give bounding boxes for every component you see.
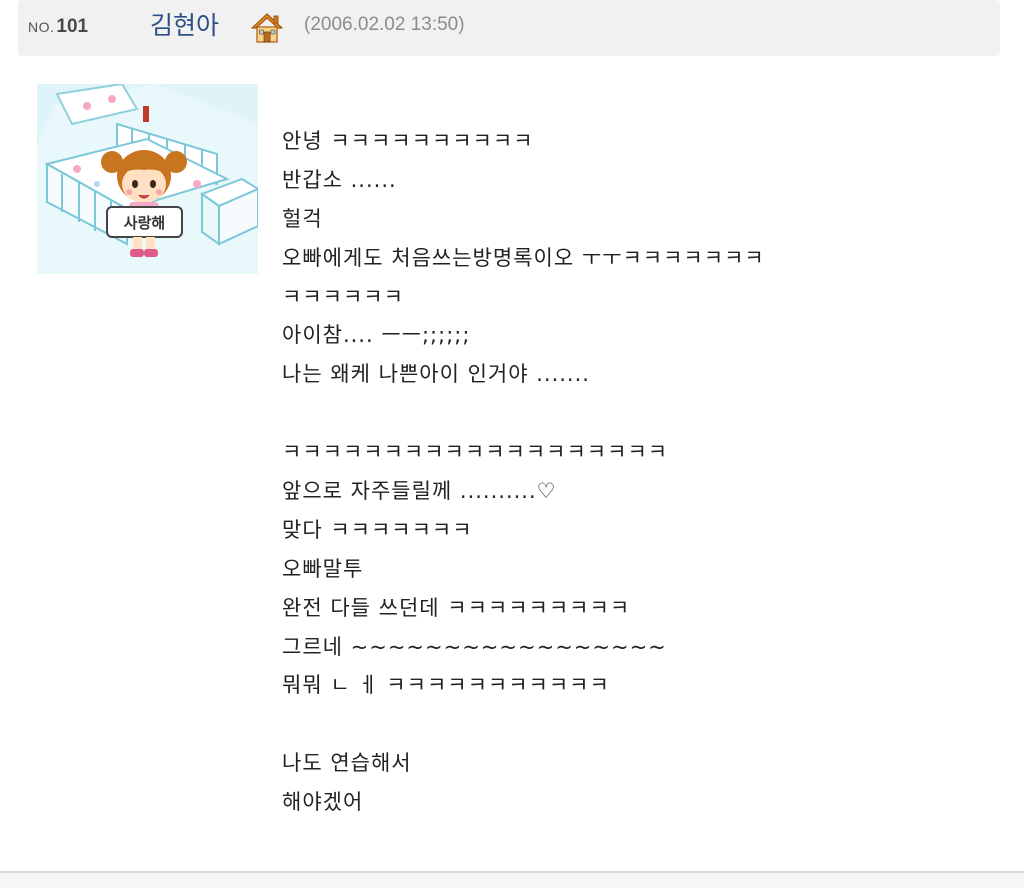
message-line: 헐걱 (282, 206, 323, 231)
message-line: 맞다 ㅋㅋㅋㅋㅋㅋㅋ (282, 517, 473, 542)
message-line (282, 705, 982, 744)
message-line: 오빠에게도 처음쓰는방명록이오 ㅜㅜㅋㅋㅋㅋㅋㅋㅋ (282, 245, 765, 270)
message-line: 앞으로 자주들릴께 ..........♡ (282, 479, 557, 504)
message-line: 나도 연습해서 (282, 751, 412, 776)
message-line: ㅋㅋㅋㅋㅋㅋㅋㅋㅋㅋㅋㅋㅋㅋㅋㅋㅋㅋㅋ (282, 440, 669, 465)
post-number-value: 101 (56, 16, 89, 37)
post-number: NO. 101 (28, 14, 88, 40)
minimi-avatar-image: 사랑해 (37, 84, 258, 274)
post-number-prefix: NO. (28, 19, 55, 35)
post-date: (2006.02.02 13:50) (304, 14, 465, 35)
message-line: 뭐뭐 ㄴ ㅔ ㅋㅋㅋㅋㅋㅋㅋㅋㅋㅋㅋ (282, 673, 610, 698)
avatar-sign-text: 사랑해 (124, 214, 165, 232)
message-line: 안녕 ㅋㅋㅋㅋㅋㅋㅋㅋㅋㅋ (282, 129, 534, 153)
entry-divider (0, 871, 1024, 888)
guestbook-entry: NO. 101 김현아 (2006.02.02 13:50) 사랑해 안녕 ㅋㅋ… (0, 0, 1024, 888)
message-line: 해야겠어 (282, 790, 364, 815)
message-line: ㅋㅋㅋㅋㅋㅋ (282, 284, 404, 309)
author-name[interactable]: 김현아 (150, 8, 219, 44)
guestbook-message: 안녕 ㅋㅋㅋㅋㅋㅋㅋㅋㅋㅋ 반갑소 ...... 헐걱오빠에게도 처음쓰는방명록이오… (282, 122, 982, 844)
message-line: 나는 왜케 나쁜아이 인거야 ....... (282, 362, 590, 387)
message-line: 반갑소 ...... (282, 167, 397, 192)
message-line: 그르네 ~~~~~~~~~~~~~~~~~ (282, 634, 667, 659)
minihompy-home-icon[interactable] (250, 12, 284, 44)
message-line (282, 394, 982, 433)
message-line: 아이참.... ㅡㅡ;;;;;; (282, 323, 471, 348)
message-line: 완전 다들 쓰던데 ㅋㅋㅋㅋㅋㅋㅋㅋㅋ (282, 595, 631, 620)
message-line: 오빠말투 (282, 556, 364, 581)
